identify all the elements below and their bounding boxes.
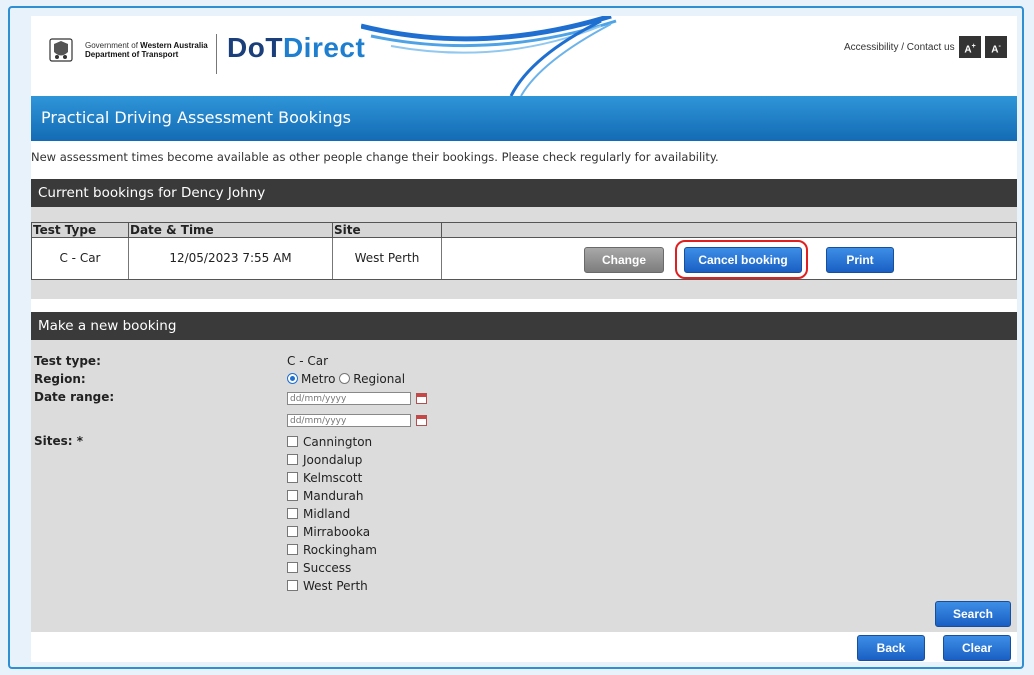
checkbox-icon[interactable] [287, 490, 298, 501]
site-kelmscott-checkbox[interactable]: Kelmscott [287, 470, 362, 486]
wa-crest-icon [49, 38, 73, 62]
title-bar: Practical Driving Assessment Bookings [31, 96, 1017, 141]
date-to-input[interactable]: dd/mm/yyyy [287, 414, 411, 427]
column-site: Site [333, 223, 442, 237]
calendar-from-icon[interactable] [416, 393, 427, 404]
new-booking-heading: Make a new booking [31, 312, 1017, 340]
accessibility-contact-link[interactable]: Accessibility / Contact us [844, 42, 955, 53]
current-bookings-heading: Current bookings for Dency Johny [31, 179, 1017, 207]
calendar-to-icon[interactable] [416, 415, 427, 426]
checkbox-icon[interactable] [287, 436, 298, 447]
sites-label: Sites: * [34, 434, 84, 448]
decorative-swoosh [361, 16, 617, 96]
checkbox-icon[interactable] [287, 526, 298, 537]
site-header: Government of Western Australia Departme… [31, 16, 1017, 96]
booking-site: West Perth [333, 238, 442, 279]
back-button[interactable]: Back [857, 635, 925, 661]
change-button[interactable]: Change [584, 247, 664, 273]
region-label: Region: [34, 372, 86, 386]
test-type-value: C - Car [287, 354, 329, 368]
region-regional-option[interactable]: Regional [339, 372, 405, 386]
font-decrease-button[interactable]: A- [985, 36, 1007, 58]
booking-test-type: C - Car [32, 238, 129, 279]
site-success-checkbox[interactable]: Success [287, 560, 351, 576]
checkbox-icon[interactable] [287, 580, 298, 591]
site-midland-checkbox[interactable]: Midland [287, 506, 350, 522]
column-test-type: Test Type [32, 223, 129, 237]
column-date-time: Date & Time [129, 223, 333, 237]
booking-date-time: 12/05/2023 7:55 AM [129, 238, 333, 279]
checkbox-icon[interactable] [287, 454, 298, 465]
checkbox-icon[interactable] [287, 508, 298, 519]
checkbox-icon[interactable] [287, 562, 298, 573]
date-from-input[interactable]: dd/mm/yyyy [287, 392, 411, 405]
region-metro-radio[interactable] [287, 373, 298, 384]
cancel-booking-highlight [675, 240, 808, 279]
page: Government of Western Australia Departme… [31, 16, 1017, 662]
site-mirrabooka-checkbox[interactable]: Mirrabooka [287, 524, 370, 540]
print-button[interactable]: Print [826, 247, 894, 273]
clear-button[interactable]: Clear [943, 635, 1011, 661]
new-booking-panel [31, 340, 1017, 632]
dotdirect-logo[interactable]: DoTDirect [227, 32, 365, 64]
site-west-perth-checkbox[interactable]: West Perth [287, 578, 368, 594]
test-type-label: Test type: [34, 354, 101, 368]
search-button[interactable]: Search [935, 601, 1011, 627]
region-options: Metro Regional [287, 372, 405, 386]
checkbox-icon[interactable] [287, 472, 298, 483]
bookings-table-header: Test Type Date & Time Site [31, 222, 1017, 238]
checkbox-icon[interactable] [287, 544, 298, 555]
site-joondalup-checkbox[interactable]: Joondalup [287, 452, 362, 468]
availability-notice: New assessment times become available as… [31, 150, 719, 164]
site-mandurah-checkbox[interactable]: Mandurah [287, 488, 363, 504]
font-increase-button[interactable]: A+ [959, 36, 981, 58]
region-regional-radio[interactable] [339, 373, 351, 384]
site-cannington-checkbox[interactable]: Cannington [287, 434, 372, 450]
header-divider [216, 34, 217, 74]
date-range-label: Date range: [34, 390, 115, 404]
region-metro-option[interactable]: Metro [287, 372, 335, 386]
government-label: Government of Western Australia Departme… [85, 41, 208, 59]
site-rockingham-checkbox[interactable]: Rockingham [287, 542, 377, 558]
page-title: Practical Driving Assessment Bookings [41, 108, 351, 127]
